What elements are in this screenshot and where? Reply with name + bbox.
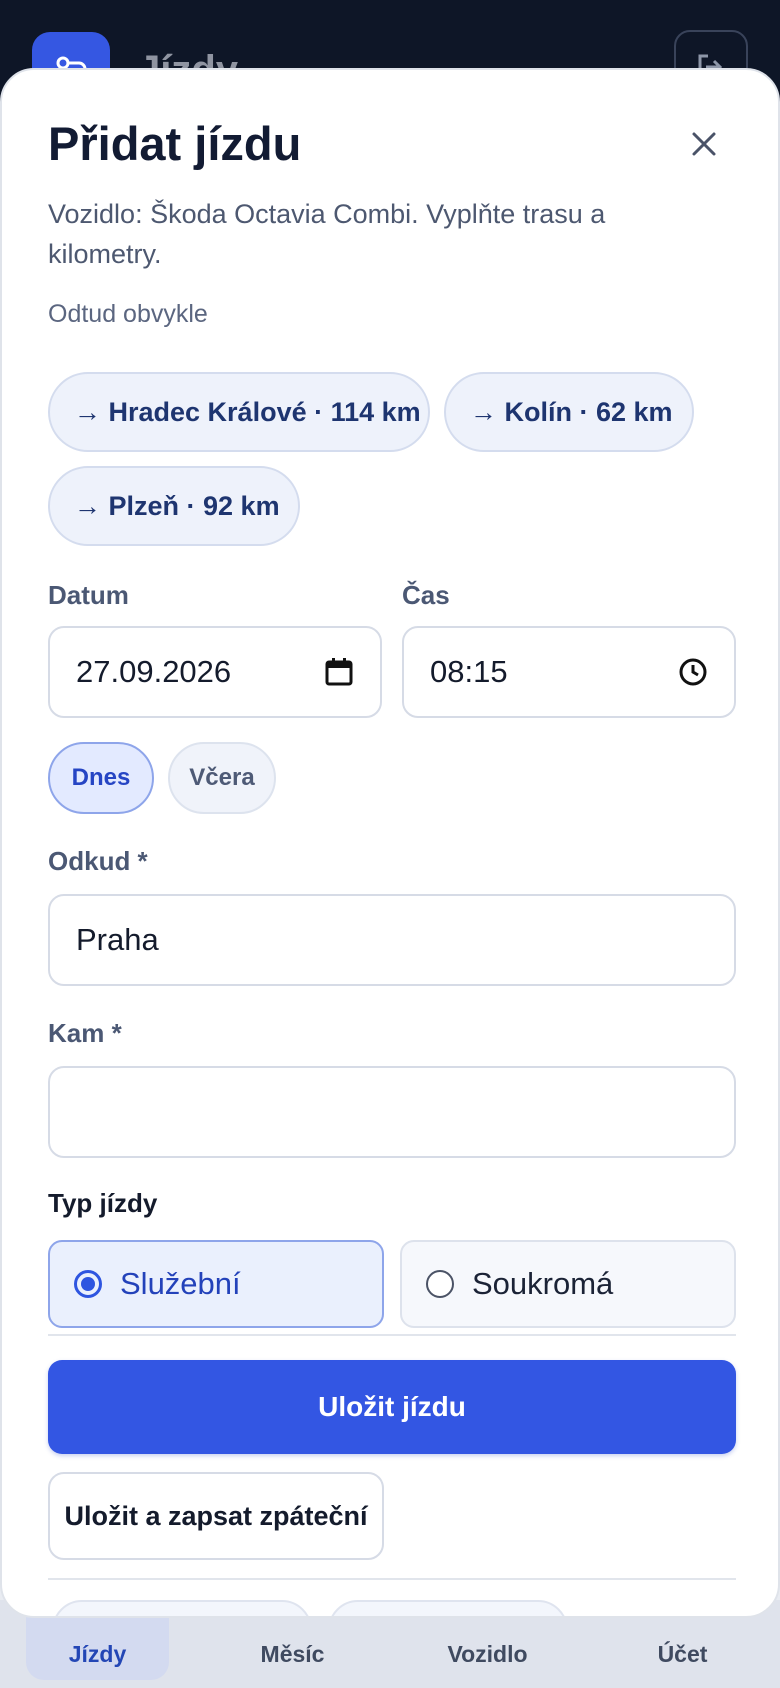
to-label: Kam * — [48, 1018, 122, 1048]
from-label: Odkud * — [48, 846, 148, 876]
peek-element — [52, 1600, 312, 1616]
date-input[interactable]: 27.09.2026 — [48, 626, 382, 718]
save-and-return-button[interactable]: Uložit a zapsat zpáteční — [48, 1472, 384, 1560]
from-input[interactable]: Praha — [48, 894, 736, 986]
frequent-routes-label: Odtud obvykle — [48, 300, 208, 328]
to-input[interactable] — [48, 1066, 736, 1158]
yesterday-button[interactable]: Včera — [168, 742, 276, 814]
radio-unselected-icon — [426, 1270, 454, 1298]
today-button[interactable]: Dnes — [48, 742, 154, 814]
nav-item-label: Měsíc — [260, 1641, 325, 1667]
trip-type-option-label: Soukromá — [472, 1266, 614, 1301]
trip-type-option-label: Služební — [120, 1266, 241, 1301]
modal-subtitle: Vozidlo: Škoda Octavia Combi. Vyplňte tr… — [48, 199, 606, 269]
route-chip-hradec[interactable]: → Hradec Králové · 114 km — [48, 372, 430, 452]
modal-title: Přidat jízdu — [48, 117, 302, 170]
from-value: Praha — [76, 922, 159, 957]
time-value: 08:15 — [430, 654, 508, 689]
time-label: Čas — [402, 580, 450, 610]
route-chip-kolin[interactable]: → Kolín · 62 km — [444, 372, 694, 452]
radio-selected-icon — [74, 1270, 102, 1298]
divider — [48, 1334, 736, 1336]
date-label: Datum — [48, 580, 129, 610]
trip-type-business[interactable]: Služební — [48, 1240, 384, 1328]
time-input[interactable]: 08:15 — [402, 626, 736, 718]
add-trip-modal: Přidat jízdu Vozidlo: Škoda Octavia Comb… — [0, 68, 780, 1618]
date-value: 27.09.2026 — [76, 654, 232, 689]
nav-item-label: Vozidlo — [447, 1641, 528, 1667]
route-chip-plzen[interactable]: → Plzeň · 92 km — [48, 466, 300, 546]
calendar-icon[interactable] — [324, 657, 354, 687]
clock-icon[interactable] — [678, 657, 708, 687]
close-button[interactable] — [682, 122, 726, 166]
divider — [48, 1578, 736, 1580]
save-trip-button[interactable]: Uložit jízdu — [48, 1360, 736, 1454]
nav-item-label: Jízdy — [68, 1641, 127, 1667]
trip-type-private[interactable]: Soukromá — [400, 1240, 736, 1328]
nav-item-label: Účet — [657, 1641, 708, 1667]
peek-element — [328, 1600, 568, 1616]
trip-type-label: Typ jízdy — [48, 1188, 158, 1218]
close-icon — [692, 132, 716, 156]
